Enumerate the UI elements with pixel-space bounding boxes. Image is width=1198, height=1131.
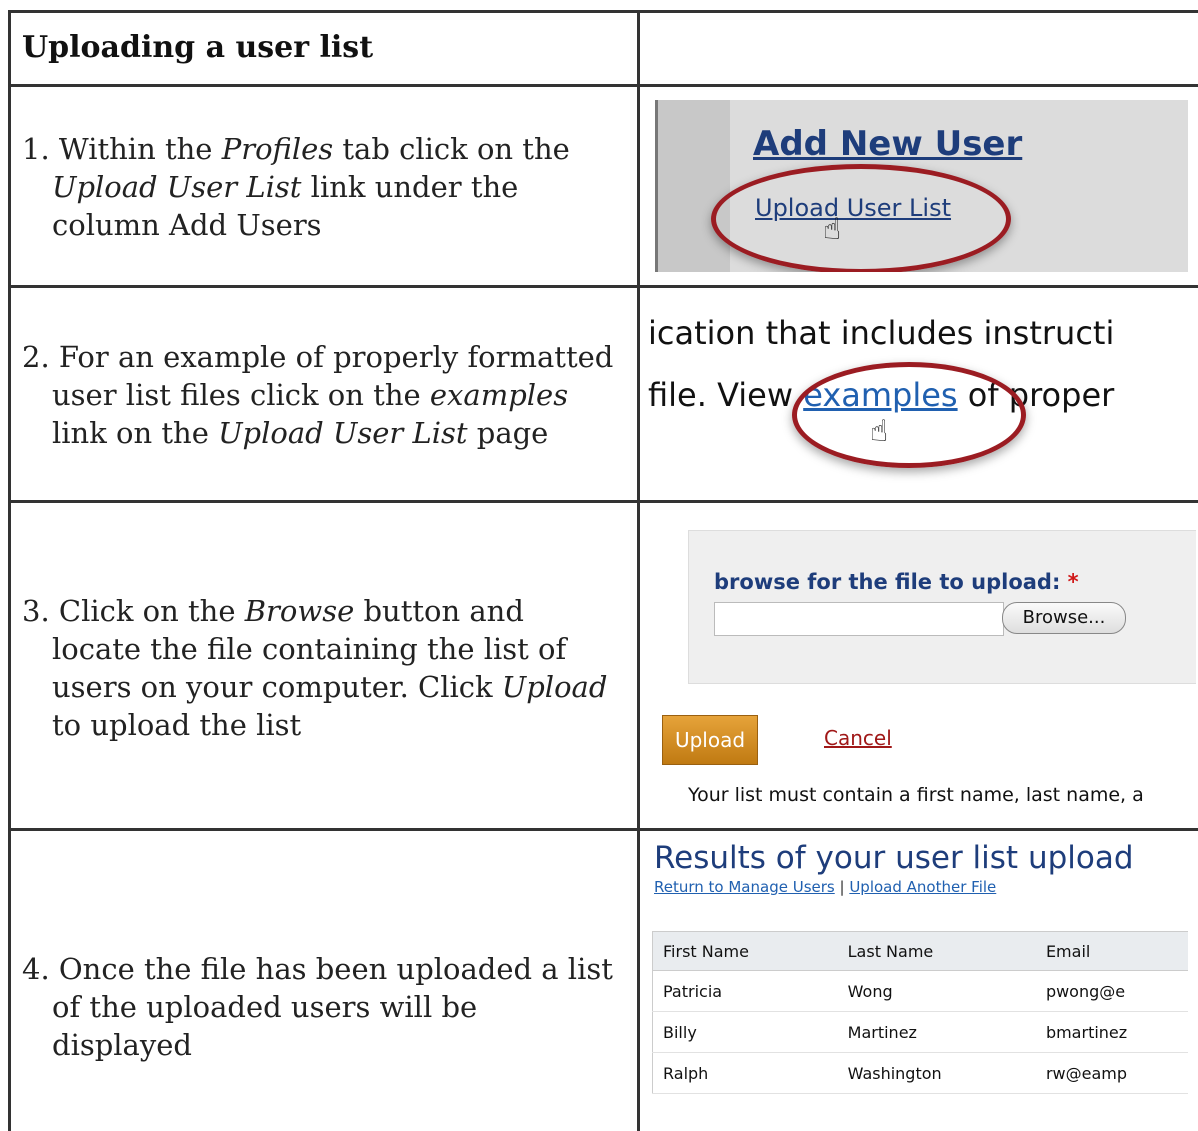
table-row: Billy Martinez bmartinez	[651, 1011, 1188, 1053]
hand-cursor-icon: ☝	[870, 414, 889, 449]
table-border-top	[8, 10, 1198, 13]
step-4-text: 4. Once the file has been uploaded a lis…	[22, 952, 613, 1062]
results-links: Return to Manage Users | Upload Another …	[654, 878, 997, 896]
list-requirements-note: Your list must contain a first name, las…	[688, 784, 1144, 806]
table-cell: rw@eamp	[1035, 1052, 1188, 1094]
screenshot-browse-upload: browse for the file to upload: * Browse.…	[656, 512, 1196, 820]
hand-cursor-icon: ☝	[823, 212, 842, 247]
table-cell: Billy	[651, 1011, 838, 1053]
table-column-divider	[637, 10, 640, 1131]
table-cell: Martinez	[837, 1011, 1036, 1053]
upload-button[interactable]: Upload	[662, 715, 758, 765]
screenshot-add-users: Add New User Upload User List ☝	[655, 100, 1188, 272]
instruction-table: Uploading a user list 1. Within the Prof…	[0, 0, 1198, 1131]
table-cell: bmartinez	[1035, 1011, 1188, 1053]
table-cell: pwong@e	[1035, 970, 1188, 1012]
upload-another-file-link[interactable]: Upload Another File	[849, 878, 996, 896]
column-header: First Name	[651, 931, 838, 971]
instruction-snippet-line: ication that includes instructi	[648, 314, 1115, 352]
results-table: First Name Last Name Email Patricia Wong…	[651, 931, 1188, 1094]
browse-button[interactable]: Browse...	[1002, 602, 1126, 634]
cancel-link[interactable]: Cancel	[824, 726, 892, 750]
table-row: Ralph Washington rw@eamp	[651, 1052, 1188, 1094]
required-mark: *	[1067, 570, 1079, 594]
return-to-manage-users-link[interactable]: Return to Manage Users	[654, 878, 835, 896]
table-cell: Washington	[837, 1052, 1036, 1094]
step-2-text: 2. For an example of properly formatted …	[22, 340, 614, 450]
page-title: Uploading a user list	[22, 30, 374, 65]
table-header-row: First Name Last Name Email	[651, 931, 1188, 971]
row-divider-2	[8, 285, 1198, 288]
row-divider-1	[8, 84, 1198, 87]
browse-label: browse for the file to upload: *	[714, 570, 1079, 594]
file-path-input[interactable]	[714, 602, 1004, 636]
table-cell: Wong	[837, 970, 1036, 1012]
table-cell: Patricia	[651, 970, 838, 1012]
highlight-ellipse	[711, 164, 1011, 272]
screenshot-upload-results: Results of your user list upload Return …	[648, 838, 1188, 1131]
column-header: Email	[1035, 931, 1188, 971]
step-3-text: 3. Click on the Browse button and locate…	[22, 594, 608, 742]
row-divider-4	[8, 828, 1198, 831]
table-border-left	[8, 10, 11, 1131]
table-row: Patricia Wong pwong@e	[651, 970, 1188, 1012]
results-heading: Results of your user list upload	[654, 840, 1134, 876]
screenshot-examples: ication that includes instructi file. Vi…	[648, 296, 1148, 492]
screenshot-sidebar	[655, 100, 730, 272]
step-1-text: 1. Within the Profiles tab click on the …	[22, 132, 570, 242]
add-new-user-link[interactable]: Add New User	[753, 124, 1022, 164]
row-divider-3	[8, 500, 1198, 503]
table-cell: Ralph	[651, 1052, 838, 1094]
highlight-ellipse	[792, 362, 1026, 468]
column-header: Last Name	[837, 931, 1036, 971]
